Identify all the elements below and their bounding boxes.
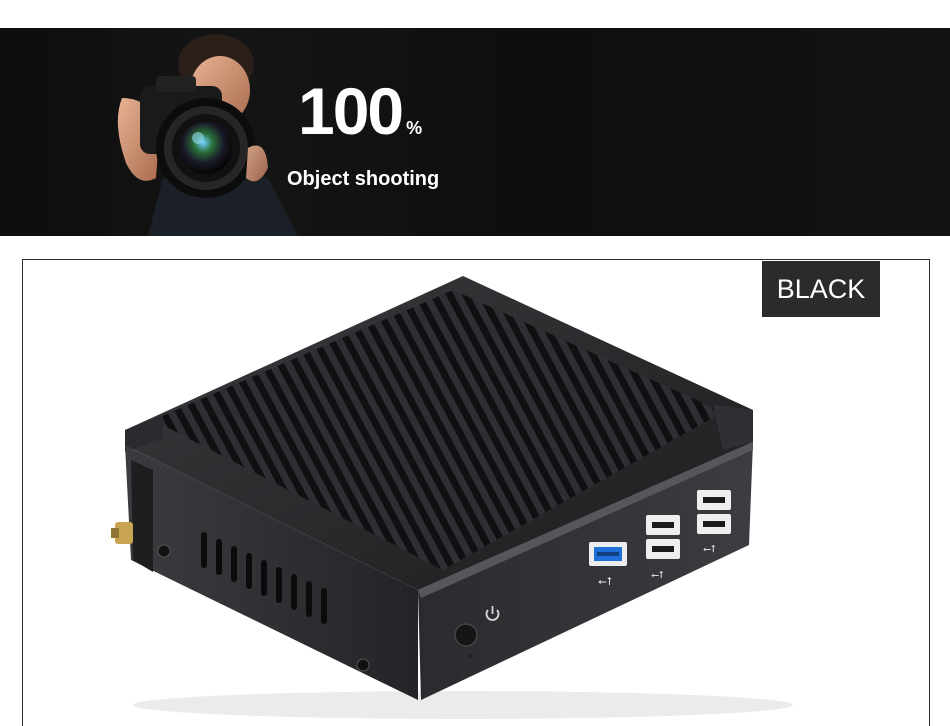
percent-sign: % xyxy=(406,118,423,138)
photographer-icon xyxy=(117,34,298,236)
headline-number: 100% xyxy=(298,74,423,148)
product-photo-frame: ⭠⭡ ⭠⭡ ⭠⭡ xyxy=(22,259,930,726)
color-badge: BLACK xyxy=(762,261,880,317)
svg-text:⭠⭡: ⭠⭡ xyxy=(703,544,716,555)
headline-caption: Object shooting xyxy=(287,168,440,190)
svg-text:⭠⭡: ⭠⭡ xyxy=(651,570,664,581)
mini-pc-icon: ⭠⭡ ⭠⭡ ⭠⭡ xyxy=(111,276,793,719)
svg-text:⭠⭡: ⭠⭡ xyxy=(598,575,612,588)
promo-banner: 100% Object shooting xyxy=(0,28,950,236)
